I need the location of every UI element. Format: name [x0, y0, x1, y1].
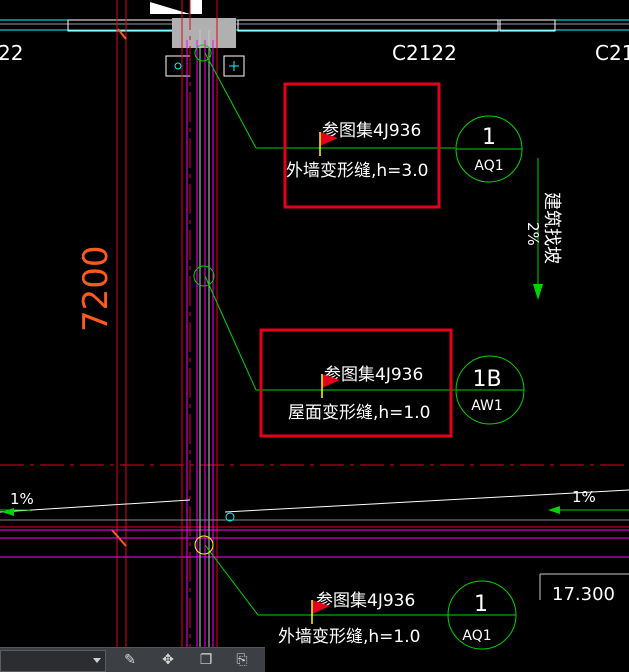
elevation-label: 17.300: [552, 584, 615, 605]
callout-1-highlight: [283, 82, 441, 209]
callout-2-ref: 参图集4J936: [324, 365, 423, 385]
slope-percent: 2%: [524, 222, 542, 246]
window-label-right: C212: [595, 41, 629, 65]
bottom-toolbar: ✎ ✥ ❐ ⎘: [0, 647, 265, 672]
callout-3-desc: 外墙变形缝,h=1.0: [278, 627, 420, 647]
bubble-2-num: 1B: [472, 367, 501, 392]
edit-icon[interactable]: ✎: [120, 650, 140, 670]
bubble-3-code: AQ1: [462, 628, 491, 644]
copy-icon[interactable]: ❐: [196, 650, 216, 670]
grey-lines: [0, 30, 629, 647]
cad-drawing-canvas[interactable]: 22 C2122 C212 7200 参图集4J936 外墙变形缝,h=3.0 …: [0, 0, 629, 671]
section-flag: [150, 2, 190, 14]
magenta-wall-lines: [0, 40, 629, 647]
move-icon[interactable]: ✥: [158, 650, 178, 670]
layer-dropdown[interactable]: [0, 650, 106, 672]
callout-1-desc: 外墙变形缝,h=3.0: [286, 161, 428, 181]
window-label-mid: C2122: [392, 41, 457, 65]
leader-lines: [0, 52, 629, 616]
callout-1[interactable]: 参图集4J936 外墙变形缝,h=3.0 1 AQ1: [283, 82, 523, 209]
chevron-down-icon[interactable]: [93, 658, 101, 663]
slope-right: 1%: [572, 488, 596, 506]
paste-icon[interactable]: ⎘: [232, 650, 252, 670]
slope-left: 1%: [10, 490, 34, 508]
window-label-left: 22: [0, 41, 23, 65]
callout-3-ref: 参图集4J936: [316, 591, 415, 611]
slope-text: 建筑找坡: [541, 192, 562, 264]
top-wall-band: [0, 19, 629, 32]
bubble-3-num: 1: [474, 592, 488, 617]
bubble-1-code: AQ1: [474, 158, 503, 174]
node-marker: [194, 535, 214, 555]
bubble-2-code: AW1: [471, 398, 503, 414]
dimension-text: 7200: [76, 245, 116, 332]
bubble-1-num: 1: [482, 125, 496, 150]
callout-2[interactable]: 参图集4J936 屋面变形缝,h=1.0 1B AW1: [259, 328, 525, 438]
callout-2-desc: 屋面变形缝,h=1.0: [288, 403, 430, 423]
